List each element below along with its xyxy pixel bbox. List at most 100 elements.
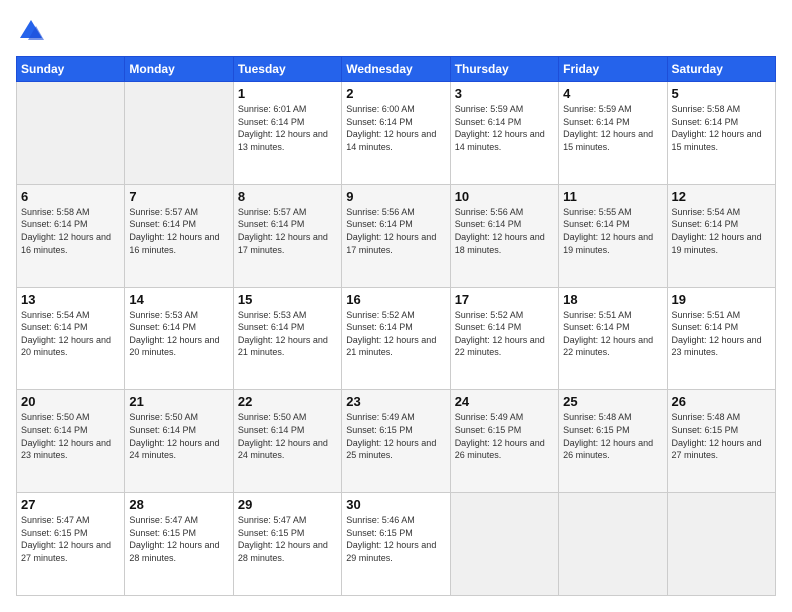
header bbox=[16, 16, 776, 46]
day-info: Sunrise: 5:46 AM Sunset: 6:15 PM Dayligh… bbox=[346, 514, 445, 564]
day-number: 8 bbox=[238, 189, 337, 204]
weekday-header: Thursday bbox=[450, 57, 558, 82]
calendar-cell: 8 Sunrise: 5:57 AM Sunset: 6:14 PM Daylig… bbox=[233, 184, 341, 287]
day-info: Sunrise: 5:53 AM Sunset: 6:14 PM Dayligh… bbox=[238, 309, 337, 359]
day-number: 6 bbox=[21, 189, 120, 204]
calendar-week-row: 13 Sunrise: 5:54 AM Sunset: 6:14 PM Dayli… bbox=[17, 287, 776, 390]
calendar-cell: 17 Sunrise: 5:52 AM Sunset: 6:14 PM Dayli… bbox=[450, 287, 558, 390]
calendar-cell: 28Sunrise: 5:47 AM Sunset: 6:15 PM Dayli… bbox=[125, 493, 233, 596]
day-number: 10 bbox=[455, 189, 554, 204]
day-info: Sunrise: 5:48 AM Sunset: 6:15 PM Dayligh… bbox=[672, 411, 771, 461]
day-number: 5 bbox=[672, 86, 771, 101]
calendar-cell: 19Sunrise: 5:51 AM Sunset: 6:14 PM Dayli… bbox=[667, 287, 775, 390]
day-number: 15 bbox=[238, 292, 337, 307]
logo-icon bbox=[16, 16, 46, 46]
day-number: 4 bbox=[563, 86, 662, 101]
calendar-week-row: 6 Sunrise: 5:58 AM Sunset: 6:14 PM Daylig… bbox=[17, 184, 776, 287]
day-info: Sunrise: 5:59 AM Sunset: 6:14 PM Dayligh… bbox=[563, 103, 662, 153]
calendar-cell: 10 Sunrise: 5:56 AM Sunset: 6:14 PM Dayli… bbox=[450, 184, 558, 287]
weekday-row: SundayMondayTuesdayWednesdayThursdayFrid… bbox=[17, 57, 776, 82]
day-info: Sunrise: 5:50 AM Sunset: 6:14 PM Dayligh… bbox=[21, 411, 120, 461]
calendar-week-row: 1 Sunrise: 6:01 AM Sunset: 6:14 PM Daylig… bbox=[17, 82, 776, 185]
day-info: Sunrise: 5:50 AM Sunset: 6:14 PM Dayligh… bbox=[129, 411, 228, 461]
day-number: 3 bbox=[455, 86, 554, 101]
calendar-cell: 7Sunrise: 5:57 AM Sunset: 6:14 PM Daylig… bbox=[125, 184, 233, 287]
calendar-cell bbox=[17, 82, 125, 185]
calendar-cell: 6 Sunrise: 5:58 AM Sunset: 6:14 PM Daylig… bbox=[17, 184, 125, 287]
calendar-cell: 22 Sunrise: 5:50 AM Sunset: 6:14 PM Dayli… bbox=[233, 390, 341, 493]
calendar-cell bbox=[125, 82, 233, 185]
day-number: 30 bbox=[346, 497, 445, 512]
day-info: Sunrise: 5:59 AM Sunset: 6:14 PM Dayligh… bbox=[455, 103, 554, 153]
day-info: Sunrise: 5:57 AM Sunset: 6:14 PM Dayligh… bbox=[129, 206, 228, 256]
day-number: 27 bbox=[21, 497, 120, 512]
day-number: 9 bbox=[346, 189, 445, 204]
calendar-cell: 5 Sunrise: 5:58 AM Sunset: 6:14 PM Daylig… bbox=[667, 82, 775, 185]
day-number: 22 bbox=[238, 394, 337, 409]
day-info: Sunrise: 5:56 AM Sunset: 6:14 PM Dayligh… bbox=[455, 206, 554, 256]
day-number: 14 bbox=[129, 292, 228, 307]
calendar-cell: 2 Sunrise: 6:00 AM Sunset: 6:14 PM Daylig… bbox=[342, 82, 450, 185]
day-info: Sunrise: 5:51 AM Sunset: 6:14 PM Dayligh… bbox=[563, 309, 662, 359]
calendar-cell: 12 Sunrise: 5:54 AM Sunset: 6:14 PM Dayli… bbox=[667, 184, 775, 287]
page: SundayMondayTuesdayWednesdayThursdayFrid… bbox=[0, 0, 792, 612]
weekday-header: Wednesday bbox=[342, 57, 450, 82]
day-number: 11 bbox=[563, 189, 662, 204]
calendar-cell: 11 Sunrise: 5:55 AM Sunset: 6:14 PM Dayli… bbox=[559, 184, 667, 287]
day-number: 23 bbox=[346, 394, 445, 409]
calendar-cell: 27 Sunrise: 5:47 AM Sunset: 6:15 PM Dayli… bbox=[17, 493, 125, 596]
calendar-cell: 26Sunrise: 5:48 AM Sunset: 6:15 PM Dayli… bbox=[667, 390, 775, 493]
day-info: Sunrise: 5:50 AM Sunset: 6:14 PM Dayligh… bbox=[238, 411, 337, 461]
weekday-header: Sunday bbox=[17, 57, 125, 82]
day-number: 29 bbox=[238, 497, 337, 512]
calendar-cell: 4 Sunrise: 5:59 AM Sunset: 6:14 PM Daylig… bbox=[559, 82, 667, 185]
calendar-cell: 3 Sunrise: 5:59 AM Sunset: 6:14 PM Daylig… bbox=[450, 82, 558, 185]
calendar-cell: 21 Sunrise: 5:50 AM Sunset: 6:14 PM Dayli… bbox=[125, 390, 233, 493]
calendar-table: SundayMondayTuesdayWednesdayThursdayFrid… bbox=[16, 56, 776, 596]
day-info: Sunrise: 5:57 AM Sunset: 6:14 PM Dayligh… bbox=[238, 206, 337, 256]
day-number: 21 bbox=[129, 394, 228, 409]
calendar-cell bbox=[559, 493, 667, 596]
calendar-week-row: 27 Sunrise: 5:47 AM Sunset: 6:15 PM Dayli… bbox=[17, 493, 776, 596]
day-number: 16 bbox=[346, 292, 445, 307]
day-info: Sunrise: 5:47 AM Sunset: 6:15 PM Dayligh… bbox=[238, 514, 337, 564]
calendar-cell: 20 Sunrise: 5:50 AM Sunset: 6:14 PM Dayli… bbox=[17, 390, 125, 493]
day-info: Sunrise: 6:01 AM Sunset: 6:14 PM Dayligh… bbox=[238, 103, 337, 153]
day-info: Sunrise: 5:47 AM Sunset: 6:15 PM Dayligh… bbox=[21, 514, 120, 564]
day-info: Sunrise: 6:00 AM Sunset: 6:14 PM Dayligh… bbox=[346, 103, 445, 153]
day-number: 20 bbox=[21, 394, 120, 409]
calendar-cell: 23 Sunrise: 5:49 AM Sunset: 6:15 PM Dayli… bbox=[342, 390, 450, 493]
calendar-cell: 29 Sunrise: 5:47 AM Sunset: 6:15 PM Dayli… bbox=[233, 493, 341, 596]
day-info: Sunrise: 5:48 AM Sunset: 6:15 PM Dayligh… bbox=[563, 411, 662, 461]
calendar-cell: 13 Sunrise: 5:54 AM Sunset: 6:14 PM Dayli… bbox=[17, 287, 125, 390]
day-info: Sunrise: 5:52 AM Sunset: 6:14 PM Dayligh… bbox=[455, 309, 554, 359]
calendar-header: SundayMondayTuesdayWednesdayThursdayFrid… bbox=[17, 57, 776, 82]
day-info: Sunrise: 5:55 AM Sunset: 6:14 PM Dayligh… bbox=[563, 206, 662, 256]
day-number: 1 bbox=[238, 86, 337, 101]
calendar-cell: 14Sunrise: 5:53 AM Sunset: 6:14 PM Dayli… bbox=[125, 287, 233, 390]
day-number: 18 bbox=[563, 292, 662, 307]
day-info: Sunrise: 5:49 AM Sunset: 6:15 PM Dayligh… bbox=[346, 411, 445, 461]
day-number: 12 bbox=[672, 189, 771, 204]
day-info: Sunrise: 5:58 AM Sunset: 6:14 PM Dayligh… bbox=[672, 103, 771, 153]
calendar-cell: 30 Sunrise: 5:46 AM Sunset: 6:15 PM Dayli… bbox=[342, 493, 450, 596]
calendar-cell: 15 Sunrise: 5:53 AM Sunset: 6:14 PM Dayli… bbox=[233, 287, 341, 390]
day-info: Sunrise: 5:56 AM Sunset: 6:14 PM Dayligh… bbox=[346, 206, 445, 256]
calendar-cell: 16Sunrise: 5:52 AM Sunset: 6:14 PM Dayli… bbox=[342, 287, 450, 390]
calendar-cell bbox=[667, 493, 775, 596]
day-number: 17 bbox=[455, 292, 554, 307]
weekday-header: Friday bbox=[559, 57, 667, 82]
calendar-cell: 9 Sunrise: 5:56 AM Sunset: 6:14 PM Daylig… bbox=[342, 184, 450, 287]
day-info: Sunrise: 5:54 AM Sunset: 6:14 PM Dayligh… bbox=[21, 309, 120, 359]
calendar-week-row: 20 Sunrise: 5:50 AM Sunset: 6:14 PM Dayli… bbox=[17, 390, 776, 493]
logo bbox=[16, 16, 50, 46]
calendar-cell bbox=[450, 493, 558, 596]
weekday-header: Monday bbox=[125, 57, 233, 82]
day-info: Sunrise: 5:54 AM Sunset: 6:14 PM Dayligh… bbox=[672, 206, 771, 256]
day-number: 19 bbox=[672, 292, 771, 307]
day-number: 28 bbox=[129, 497, 228, 512]
day-info: Sunrise: 5:58 AM Sunset: 6:14 PM Dayligh… bbox=[21, 206, 120, 256]
day-number: 25 bbox=[563, 394, 662, 409]
day-number: 2 bbox=[346, 86, 445, 101]
day-number: 13 bbox=[21, 292, 120, 307]
